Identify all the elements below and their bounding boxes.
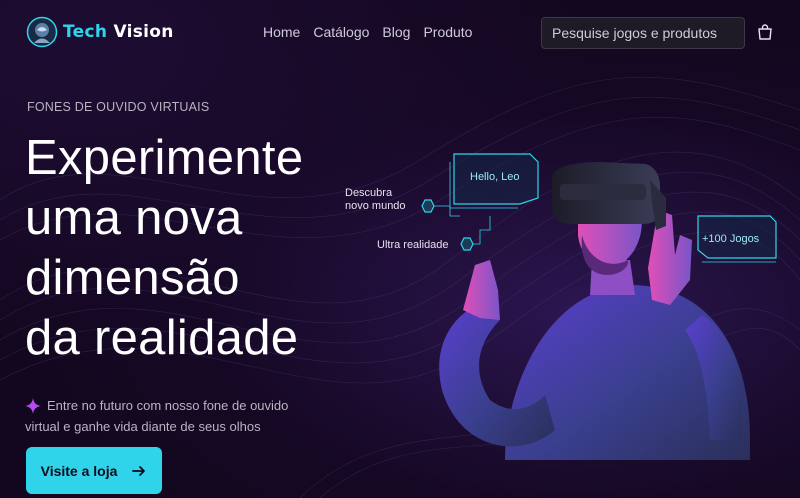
- hero-visual: Hello, Leo Descubra novo mundo Ultra rea…: [330, 140, 800, 498]
- shopping-bag-icon[interactable]: [756, 23, 774, 41]
- brand-name-part2: Vision: [113, 22, 174, 42]
- hero-subtitle-line-2: virtual e ganhe vida diante de seus olho…: [25, 419, 261, 434]
- nav-link-catalogo[interactable]: Catálogo: [313, 24, 369, 40]
- hud-label-discover-line-2: novo mundo: [345, 200, 406, 212]
- brand-name: Tech Vision: [63, 22, 174, 42]
- hero-subtitle-line-1: Entre no futuro com nosso fone de ouvido: [47, 398, 289, 413]
- brand-logo[interactable]: Tech Vision: [26, 16, 174, 48]
- visit-store-label: Visite a loja: [40, 462, 118, 479]
- astronaut-logo-icon: [26, 16, 58, 48]
- search-input[interactable]: [541, 17, 745, 49]
- hero-eyebrow: FONES DE OUVIDO VIRTUAIS: [27, 100, 210, 114]
- nav-link-produto[interactable]: Produto: [423, 24, 472, 40]
- hud-label-discover: Descubra novo mundo: [345, 187, 406, 213]
- main-nav: Home Catálogo Blog Produto: [263, 24, 472, 40]
- brand-name-part1: Tech: [63, 22, 108, 42]
- arrow-right-icon: [132, 465, 146, 476]
- site-header: Tech Vision Home Catálogo Blog Produto: [0, 0, 800, 66]
- hero-subtitle: Entre no futuro com nosso fone de ouvido…: [25, 395, 325, 437]
- hud-label-discover-line-1: Descubra: [345, 187, 393, 199]
- visit-store-button[interactable]: Visite a loja: [26, 447, 162, 494]
- nav-link-blog[interactable]: Blog: [382, 24, 410, 40]
- nav-link-home[interactable]: Home: [263, 24, 300, 40]
- hero-subtitle-text: Entre no futuro com nosso fone de ouvido…: [25, 395, 289, 437]
- hud-label-ultra: Ultra realidade: [377, 239, 449, 251]
- sparkle-icon: [25, 398, 41, 414]
- hud-games-badge: +100 Jogos: [702, 233, 760, 245]
- hud-greeting: Hello, Leo: [470, 171, 520, 183]
